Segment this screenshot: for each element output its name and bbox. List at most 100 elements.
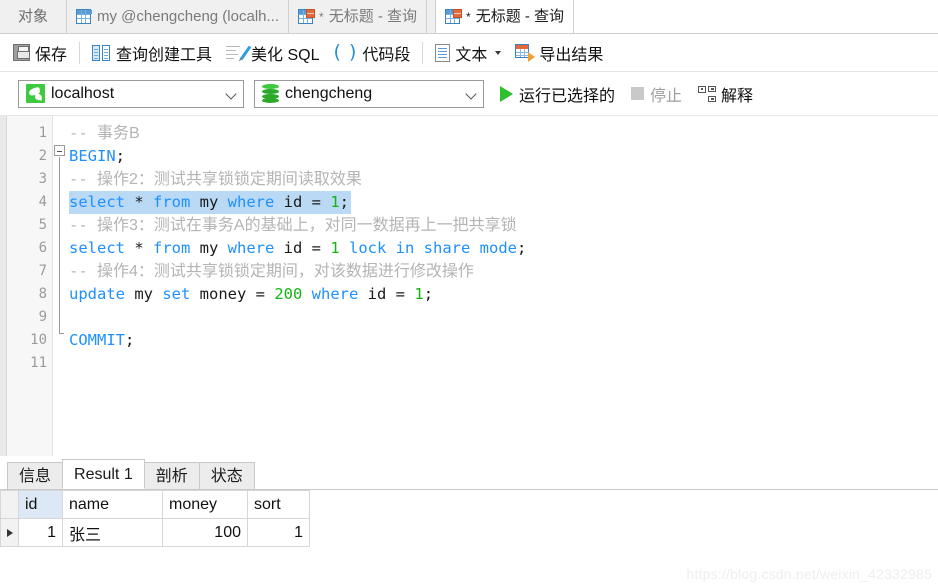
- database-select[interactable]: chengcheng: [254, 79, 484, 108]
- cell-name[interactable]: 张三: [62, 518, 163, 547]
- save-icon: [13, 44, 30, 61]
- mysql-dolphin-icon: [26, 84, 45, 103]
- code-line-10: COMMIT;: [69, 331, 135, 349]
- tab-query-2-label: 无标题 - 查询: [475, 8, 565, 25]
- text-view-button[interactable]: 文本: [428, 38, 508, 68]
- table-row[interactable]: 1 张三 100 1: [0, 518, 310, 547]
- parentheses-icon: ( ): [333, 41, 358, 63]
- query-builder-button[interactable]: 查询创建工具: [85, 38, 219, 68]
- row-current-indicator: [0, 518, 19, 547]
- navicat-query-window: 对象 my @chengcheng (localh... * 无标题 - 查询 …: [0, 0, 938, 585]
- cell-sort[interactable]: 1: [247, 518, 310, 547]
- code-line-1: -- 事务B: [69, 124, 140, 142]
- code-line-2: BEGIN;: [69, 147, 126, 165]
- column-header-name[interactable]: name: [62, 490, 163, 519]
- host-select[interactable]: localhost: [18, 79, 244, 108]
- result-panel: 信息 Result 1 剖析 状态 id name money sort 1 张…: [0, 459, 938, 585]
- result-tab-info[interactable]: 信息: [7, 462, 64, 489]
- query-builder-icon: [92, 44, 111, 61]
- code-line-3-text: 操作2：测试共享锁锁定期间读取效果: [97, 171, 362, 188]
- fold-range-end: [59, 333, 64, 334]
- editor-left-strip: [0, 116, 7, 456]
- line-number-gutter: 1 2 3 4 5 6 7 8 9 10 11: [7, 116, 53, 456]
- connection-bar: localhost chengcheng 运行已选择的 停止 解释: [0, 72, 938, 116]
- result-tab-profile[interactable]: 剖析: [143, 462, 200, 489]
- result-tab-status-label: 状态: [210, 468, 243, 485]
- column-header-sort[interactable]: sort: [247, 490, 310, 519]
- explain-button[interactable]: 解释: [698, 82, 753, 106]
- export-result-button[interactable]: 导出结果: [508, 38, 610, 68]
- tab-gap: [427, 0, 436, 33]
- cell-money[interactable]: 100: [162, 518, 248, 547]
- result-table: id name money sort 1 张三 100 1: [0, 490, 310, 547]
- tab-query-1[interactable]: * 无标题 - 查询: [289, 0, 428, 33]
- line-number: 8: [38, 286, 47, 302]
- export-icon: [515, 44, 536, 62]
- chevron-down-icon[interactable]: [226, 88, 237, 99]
- tab-query-1-modified-marker: *: [319, 9, 324, 24]
- tab-object[interactable]: 对象: [0, 0, 68, 33]
- run-selected-button[interactable]: 运行已选择的: [500, 82, 615, 106]
- column-header-id[interactable]: id: [18, 490, 63, 519]
- code-line-1-text: 事务B: [97, 125, 140, 142]
- editor-toolbar: 保存 查询创建工具 美化 SQL ( ) 代码段 文本 导出结果: [0, 34, 938, 72]
- query-grid-icon: [445, 9, 463, 24]
- code-line-7: -- 操作4：测试共享锁锁定期间，对该数据进行修改操作: [69, 262, 474, 280]
- line-number: 6: [38, 240, 47, 256]
- table-header-row: id name money sort: [0, 490, 310, 519]
- export-result-label: 导出结果: [539, 46, 604, 64]
- document-icon: [435, 43, 451, 62]
- save-button-label: 保存: [35, 46, 68, 64]
- host-select-value: localhost: [51, 84, 115, 102]
- cell-id[interactable]: 1: [18, 518, 63, 547]
- line-number: 11: [30, 355, 47, 371]
- code-snippet-label: 代码段: [362, 46, 411, 64]
- tab-query-2[interactable]: * 无标题 - 查询: [435, 0, 575, 33]
- code-line-7-text: 操作4：测试共享锁锁定期间，对该数据进行修改操作: [97, 263, 474, 280]
- beautify-icon: [226, 45, 252, 61]
- fold-collapse-icon[interactable]: [54, 145, 65, 156]
- tab-query-1-label: 无标题 - 查询: [328, 8, 418, 25]
- line-number: 1: [38, 125, 47, 141]
- code-line-5-text: 操作3：测试在事务A的基础上，对同一数据再上一把共享锁: [97, 217, 517, 234]
- result-tab-profile-label: 剖析: [155, 468, 188, 485]
- play-icon: [500, 85, 513, 102]
- fold-range-line: [59, 157, 60, 334]
- grid-icon: [76, 9, 93, 24]
- result-tab-bar: 信息 Result 1 剖析 状态: [0, 459, 938, 490]
- chevron-down-icon[interactable]: [495, 50, 502, 55]
- line-number: 9: [38, 309, 47, 325]
- line-number: 5: [38, 217, 47, 233]
- sql-editor[interactable]: 1 2 3 4 5 6 7 8 9 10 11 -- 事务B BEGIN; --…: [0, 116, 938, 456]
- text-view-label: 文本: [455, 46, 488, 64]
- result-tab-info-label: 信息: [19, 468, 52, 485]
- result-tab-result1[interactable]: Result 1: [62, 459, 145, 489]
- explain-label: 解释: [721, 87, 754, 105]
- tab-query-2-modified-marker: *: [466, 9, 471, 24]
- save-button[interactable]: 保存: [6, 38, 74, 68]
- database-select-value: chengcheng: [285, 84, 373, 102]
- result-grid[interactable]: id name money sort 1 张三 100 1: [0, 490, 938, 547]
- explain-icon: [698, 85, 717, 102]
- tab-bar-filler: [574, 0, 938, 33]
- toolbar-divider: [79, 41, 81, 64]
- result-tab-status[interactable]: 状态: [198, 462, 255, 489]
- code-snippet-button[interactable]: ( ) 代码段: [327, 38, 418, 68]
- code-line-4: select * from my where id = 1;: [69, 191, 938, 214]
- code-area[interactable]: -- 事务B BEGIN; -- 操作2：测试共享锁锁定期间读取效果 selec…: [66, 116, 938, 456]
- result-tab-result1-label: Result 1: [74, 466, 133, 483]
- tab-connection-my[interactable]: my @chengcheng (localh...: [67, 0, 290, 33]
- code-line-3: -- 操作2：测试共享锁锁定期间读取效果: [69, 170, 362, 188]
- line-number: 4: [38, 194, 47, 210]
- toolbar-divider: [422, 41, 424, 64]
- column-header-money[interactable]: money: [162, 490, 248, 519]
- chevron-down-icon[interactable]: [466, 88, 477, 99]
- line-number: 2: [38, 148, 47, 164]
- beautify-sql-label: 美化 SQL: [251, 46, 320, 64]
- run-selected-label: 运行已选择的: [519, 87, 616, 105]
- stop-button: 停止: [631, 82, 682, 106]
- line-number: 7: [38, 263, 47, 279]
- tab-connection-my-label: my @chengcheng (localh...: [97, 8, 280, 25]
- beautify-sql-button[interactable]: 美化 SQL: [219, 38, 326, 68]
